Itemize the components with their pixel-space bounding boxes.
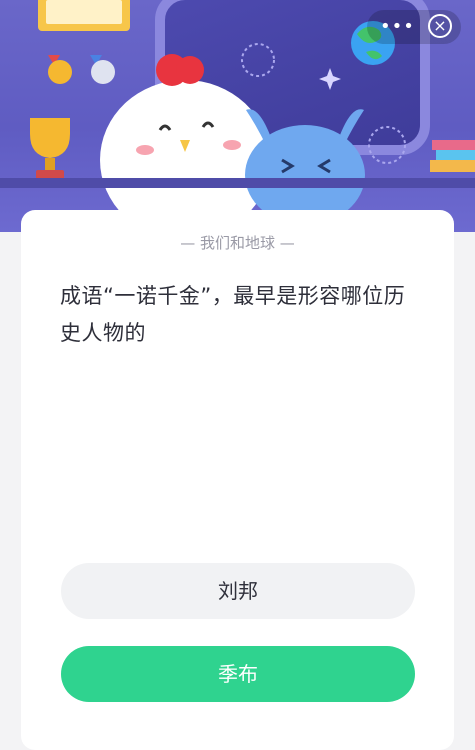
question-text: 成语“一诺千金”，最早是形容哪位历史人物的 — [60, 284, 406, 345]
answer-option-2[interactable]: 季布 — [61, 646, 415, 702]
section-title: — 我们和地球 — — [180, 234, 295, 252]
medal-icon — [48, 55, 115, 84]
blue-alien-mascot — [245, 109, 365, 225]
chicken-mascot — [100, 54, 270, 232]
answer-option-1[interactable]: 刘邦 — [61, 563, 415, 619]
more-icon[interactable]: ••• — [380, 16, 415, 37]
header-illustration: ••• × — [0, 0, 475, 232]
close-icon[interactable]: × — [428, 14, 452, 38]
shelf — [0, 178, 475, 188]
trophy-icon — [30, 118, 70, 180]
